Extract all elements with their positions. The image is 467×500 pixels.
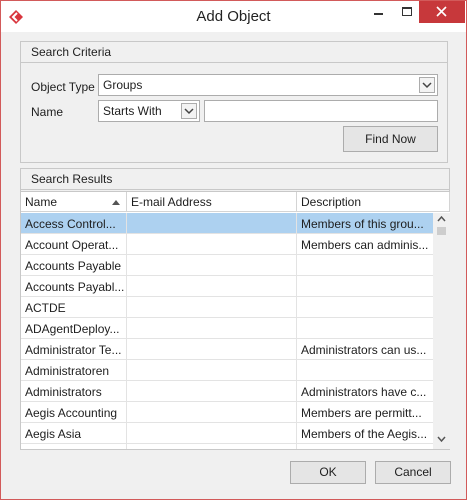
table-row[interactable]: Account Operat... Members can adminis... <box>21 234 434 255</box>
cell-name: ADAgentDeploy... <box>21 318 127 339</box>
name-match-value: Starts With <box>103 104 162 118</box>
cell-name: Administratoren <box>21 360 127 381</box>
vertical-scrollbar[interactable] <box>433 213 450 449</box>
name-input[interactable] <box>204 100 438 122</box>
cell-name: Aegis Asia <box>21 423 127 444</box>
table-row[interactable]: Administratoren <box>21 360 434 381</box>
table-row[interactable]: ADAgentDeploy... <box>21 318 434 339</box>
search-results-group: Search Results Name E-mail Address Descr… <box>20 168 450 450</box>
cell-description <box>297 276 434 297</box>
cell-description: Members of this grou... <box>297 213 434 234</box>
cell-email <box>127 381 297 402</box>
cell-name: Accounts Payabl... <box>21 276 127 297</box>
cell-description <box>297 360 434 381</box>
column-header-email[interactable]: E-mail Address <box>127 192 297 212</box>
column-header-label: Description <box>301 195 362 209</box>
maximize-icon <box>402 7 412 16</box>
cell-name <box>21 444 127 449</box>
add-object-dialog: Add Object Search Criteria Object Type G… <box>0 0 467 500</box>
cell-name: Accounts Payable <box>21 255 127 276</box>
minimize-button[interactable] <box>364 1 394 23</box>
table-row[interactable]: ACTDE <box>21 297 434 318</box>
column-header-name[interactable]: Name <box>21 192 127 212</box>
name-match-select[interactable]: Starts With <box>98 100 200 122</box>
cell-email <box>127 276 297 297</box>
close-button[interactable] <box>419 1 465 23</box>
cell-description: Members of the Aegis... <box>297 423 434 444</box>
scrollbar-thumb[interactable] <box>437 227 446 235</box>
table-row[interactable]: Accounts Payabl... <box>21 276 434 297</box>
cell-description <box>297 444 434 449</box>
cell-name: Administrator Te... <box>21 339 127 360</box>
cell-description: Administrators have c... <box>297 381 434 402</box>
chevron-down-icon[interactable] <box>419 77 435 93</box>
cell-email <box>127 255 297 276</box>
table-row[interactable] <box>21 444 434 449</box>
scroll-up-icon[interactable] <box>433 213 450 225</box>
chevron-down-icon[interactable] <box>181 103 197 119</box>
sort-ascending-icon <box>112 200 120 205</box>
search-results-title: Search Results <box>21 169 449 190</box>
minimize-icon <box>374 13 383 15</box>
name-label: Name <box>31 105 64 119</box>
cancel-button[interactable]: Cancel <box>375 461 451 484</box>
object-type-select[interactable]: Groups <box>98 74 438 96</box>
table-row[interactable]: Aegis Accounting Members are permitt... <box>21 402 434 423</box>
cell-name: Administrators <box>21 381 127 402</box>
cell-email <box>127 423 297 444</box>
cell-description <box>297 255 434 276</box>
cell-description <box>297 318 434 339</box>
cell-description: Administrators can us... <box>297 339 434 360</box>
cell-name: Access Control... <box>21 213 127 234</box>
title-bar: Add Object <box>1 1 466 32</box>
maximize-button[interactable] <box>392 1 422 23</box>
cell-name: ACTDE <box>21 297 127 318</box>
table-row[interactable]: Aegis Asia Members of the Aegis... <box>21 423 434 444</box>
cell-email <box>127 297 297 318</box>
cell-name: Account Operat... <box>21 234 127 255</box>
cell-email <box>127 318 297 339</box>
object-type-label: Object Type <box>31 80 95 94</box>
table-row[interactable]: Administrators Administrators have c... <box>21 381 434 402</box>
cell-email <box>127 339 297 360</box>
ok-button[interactable]: OK <box>290 461 366 484</box>
table-row[interactable]: Administrator Te... Administrators can us… <box>21 339 434 360</box>
table-row[interactable]: Access Control... Members of this grou... <box>21 213 434 234</box>
cell-description: Members are permitt... <box>297 402 434 423</box>
cell-email <box>127 234 297 255</box>
cell-email <box>127 360 297 381</box>
scroll-down-icon[interactable] <box>433 433 450 445</box>
column-header-description[interactable]: Description <box>297 192 450 212</box>
table-row[interactable]: Accounts Payable <box>21 255 434 276</box>
search-criteria-group: Search Criteria Object Type Groups Name … <box>20 41 448 163</box>
object-type-value: Groups <box>103 78 143 92</box>
cell-description <box>297 297 434 318</box>
search-criteria-title: Search Criteria <box>21 42 447 63</box>
cell-email <box>127 402 297 423</box>
close-icon <box>436 6 447 17</box>
cell-description: Members can adminis... <box>297 234 434 255</box>
cell-name: Aegis Accounting <box>21 402 127 423</box>
find-now-button[interactable]: Find Now <box>343 126 438 152</box>
column-header-label: E-mail Address <box>131 195 212 209</box>
column-header-label: Name <box>25 195 58 209</box>
cell-email <box>127 444 297 449</box>
results-table: Name E-mail Address Description Access C… <box>21 191 450 449</box>
cell-email <box>127 213 297 234</box>
